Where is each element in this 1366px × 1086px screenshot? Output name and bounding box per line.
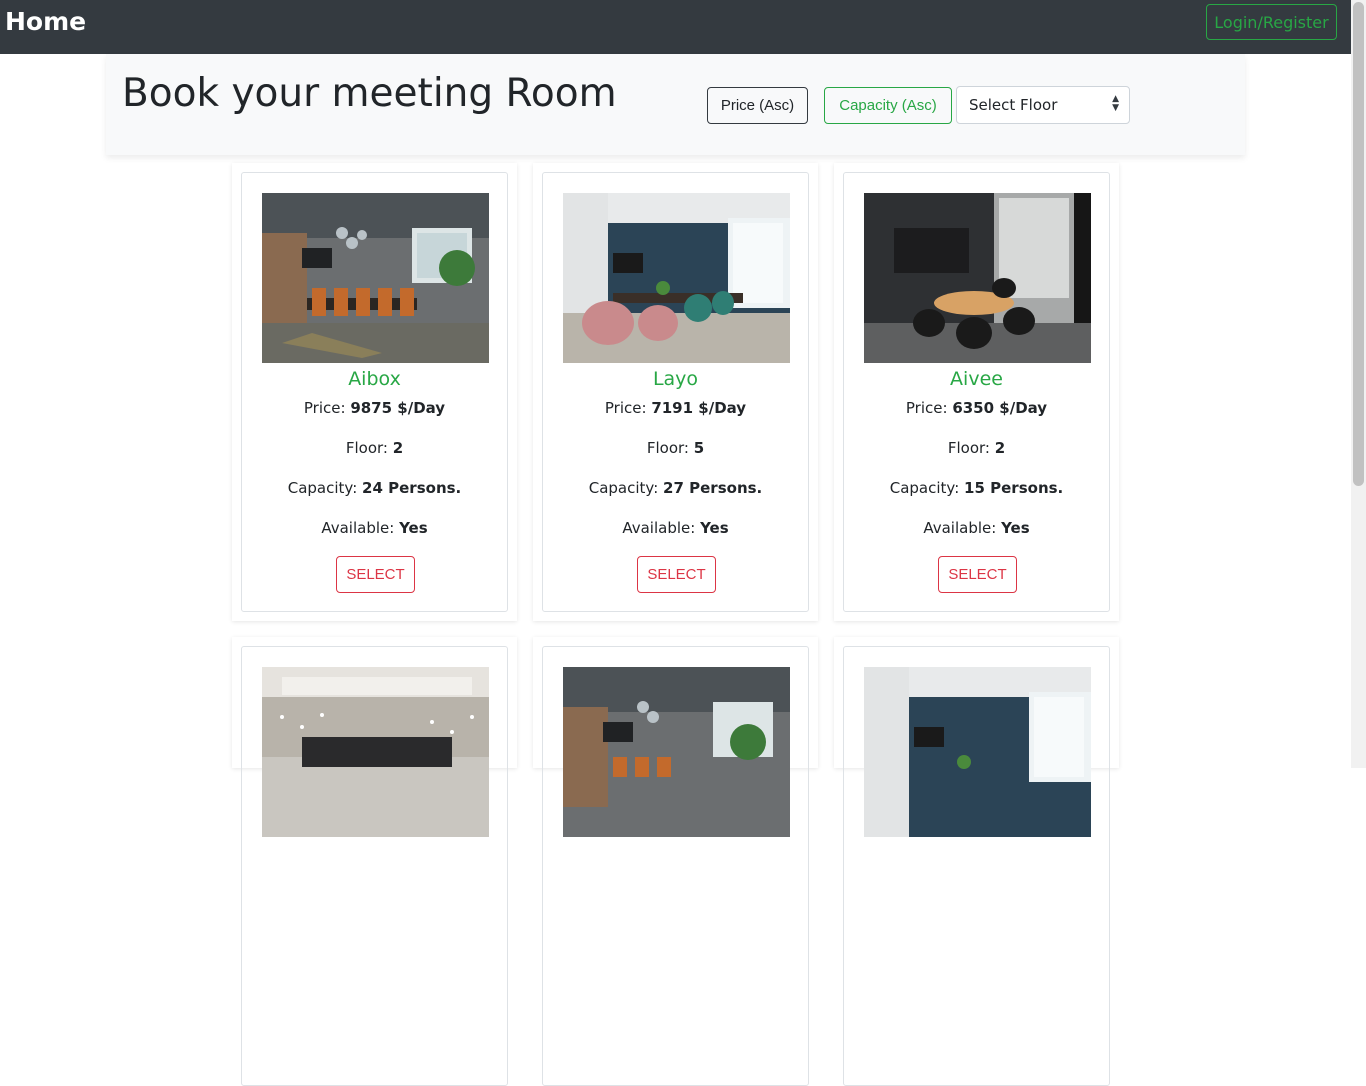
login-register-button[interactable]: Login/Register bbox=[1206, 4, 1337, 40]
price-value: 6350 $/Day bbox=[952, 399, 1048, 417]
room-available: Available: Yes bbox=[242, 519, 507, 537]
room-card-body: Layo Price: 7191 $/Day Floor: 5 Capacity… bbox=[542, 172, 809, 612]
room-card-body bbox=[542, 646, 809, 1086]
room-price: Price: 6350 $/Day bbox=[844, 399, 1109, 417]
floor-value: 2 bbox=[994, 439, 1006, 457]
room-name: Aivee bbox=[950, 368, 1003, 390]
select-room-button[interactable]: SELECT bbox=[637, 556, 716, 593]
room-card-body: Aibox Price: 9875 $/Day Floor: 2 Capacit… bbox=[241, 172, 508, 612]
room-image-boardroom-lights bbox=[262, 667, 489, 837]
room-card-body: Aivee Price: 6350 $/Day Floor: 2 Capacit… bbox=[843, 172, 1110, 612]
room-capacity: Capacity: 24 Persons. bbox=[242, 479, 507, 497]
room-card bbox=[834, 637, 1119, 1086]
price-value: 9875 $/Day bbox=[350, 399, 446, 417]
room-floor: Floor: 5 bbox=[543, 439, 808, 457]
capacity-label: Capacity: bbox=[889, 479, 965, 497]
capacity-value: 24 Persons. bbox=[362, 479, 462, 497]
select-arrows-icon: ▲ ▼ bbox=[1112, 94, 1119, 113]
room-price: Price: 9875 $/Day bbox=[242, 399, 507, 417]
room-available: Available: Yes bbox=[844, 519, 1109, 537]
sort-price-button[interactable]: Price (Asc) bbox=[707, 87, 808, 124]
available-label: Available: bbox=[923, 519, 1002, 537]
room-card bbox=[232, 637, 517, 1086]
floor-label: Floor: bbox=[646, 439, 694, 457]
available-value: Yes bbox=[1001, 519, 1030, 537]
room-image-blue-wall bbox=[563, 193, 790, 363]
page-title: Book your meeting Room bbox=[122, 71, 617, 116]
room-card: Aibox Price: 9875 $/Day Floor: 2 Capacit… bbox=[232, 163, 517, 621]
header-panel: Book your meeting Room Price (Asc) Capac… bbox=[106, 54, 1245, 155]
scrollbar-thumb[interactable] bbox=[1353, 2, 1364, 486]
available-label: Available: bbox=[622, 519, 701, 537]
capacity-value: 27 Persons. bbox=[663, 479, 763, 497]
price-label: Price: bbox=[303, 399, 351, 417]
floor-value: 2 bbox=[392, 439, 404, 457]
room-floor: Floor: 2 bbox=[242, 439, 507, 457]
floor-label: Floor: bbox=[947, 439, 995, 457]
room-image-round-table bbox=[864, 193, 1091, 363]
available-value: Yes bbox=[700, 519, 729, 537]
capacity-label: Capacity: bbox=[588, 479, 664, 497]
capacity-label: Capacity: bbox=[287, 479, 363, 497]
room-price: Price: 7191 $/Day bbox=[543, 399, 808, 417]
room-name: Layo bbox=[652, 368, 699, 390]
room-image-industrial bbox=[563, 667, 790, 837]
price-value: 7191 $/Day bbox=[651, 399, 747, 417]
floor-value: 5 bbox=[693, 439, 705, 457]
room-capacity: Capacity: 27 Persons. bbox=[543, 479, 808, 497]
room-card: Aivee Price: 6350 $/Day Floor: 2 Capacit… bbox=[834, 163, 1119, 621]
room-card-body bbox=[241, 646, 508, 1086]
price-label: Price: bbox=[905, 399, 953, 417]
room-image-blue-wall bbox=[864, 667, 1091, 837]
vertical-scrollbar[interactable] bbox=[1351, 0, 1366, 768]
floor-select[interactable]: Select Floor ▲ ▼ bbox=[956, 86, 1130, 124]
floor-select-value: Select Floor bbox=[969, 96, 1058, 114]
select-room-button[interactable]: SELECT bbox=[336, 556, 415, 593]
room-image-industrial bbox=[262, 193, 489, 363]
sort-capacity-button[interactable]: Capacity (Asc) bbox=[824, 87, 952, 124]
available-label: Available: bbox=[321, 519, 400, 537]
room-name: Aibox bbox=[348, 368, 401, 390]
price-label: Price: bbox=[604, 399, 652, 417]
room-floor: Floor: 2 bbox=[844, 439, 1109, 457]
room-card: Layo Price: 7191 $/Day Floor: 5 Capacity… bbox=[533, 163, 818, 621]
capacity-value: 15 Persons. bbox=[964, 479, 1064, 497]
select-room-button[interactable]: SELECT bbox=[938, 556, 1017, 593]
room-card bbox=[533, 637, 818, 1086]
room-available: Available: Yes bbox=[543, 519, 808, 537]
top-navbar: Home Login/Register bbox=[0, 0, 1351, 54]
available-value: Yes bbox=[399, 519, 428, 537]
home-link[interactable]: Home bbox=[5, 6, 86, 38]
room-card-body bbox=[843, 646, 1110, 1086]
floor-label: Floor: bbox=[345, 439, 393, 457]
room-capacity: Capacity: 15 Persons. bbox=[844, 479, 1109, 497]
